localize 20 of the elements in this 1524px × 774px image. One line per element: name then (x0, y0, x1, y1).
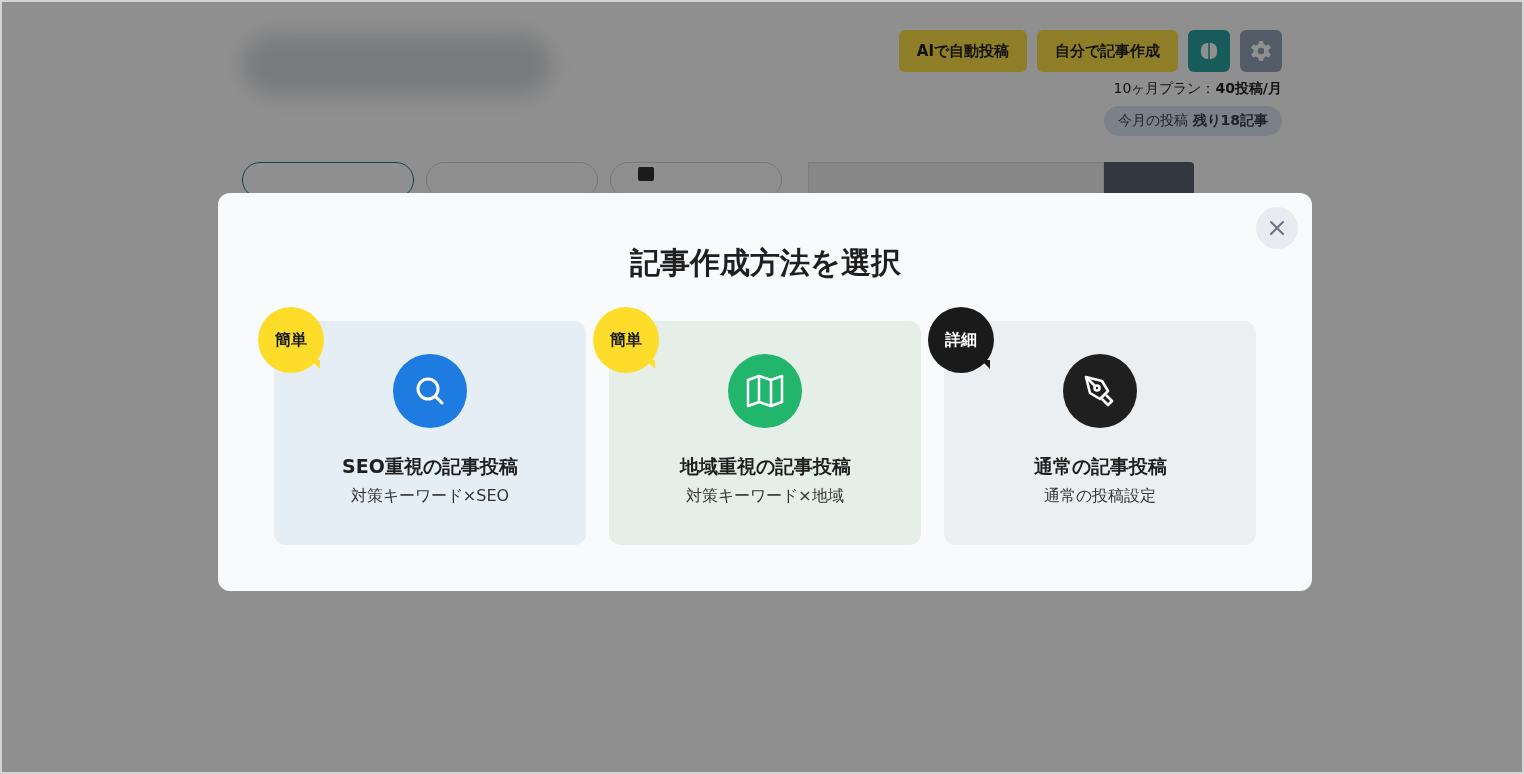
header-button[interactable]: 自分で記事作成 (1037, 30, 1178, 72)
settings-icon (1249, 39, 1273, 63)
brain-button[interactable] (1188, 30, 1230, 72)
close-icon (1269, 220, 1285, 236)
card-subtitle: 通常の投稿設定 (1044, 486, 1156, 507)
close-button[interactable] (1256, 207, 1298, 249)
plan-text: 10ヶ月プラン：40投稿/月 (1113, 80, 1282, 98)
modal-title: 記事作成方法を選択 (629, 244, 901, 282)
card-title: SEO重視の記事投稿 (342, 454, 518, 479)
header-button[interactable]: AIで自動投稿 (898, 30, 1027, 72)
map-icon (746, 374, 784, 408)
settings-button[interactable] (1240, 30, 1282, 72)
card-title: 通常の記事投稿 (1033, 454, 1167, 479)
card-subtitle: 対策キーワード×地域 (686, 486, 844, 507)
card-title: 地域重視の記事投稿 (679, 454, 851, 479)
card-subtitle: 対策キーワード×SEO (350, 486, 510, 507)
speech-bubble-badge: 簡単 (258, 307, 324, 373)
speech-bubble-badge: 簡単 (593, 307, 659, 373)
remaining-posts-pill: 今月の投稿 残り18記事 (1104, 106, 1282, 136)
speech-bubble-badge: 詳細 (928, 307, 994, 373)
